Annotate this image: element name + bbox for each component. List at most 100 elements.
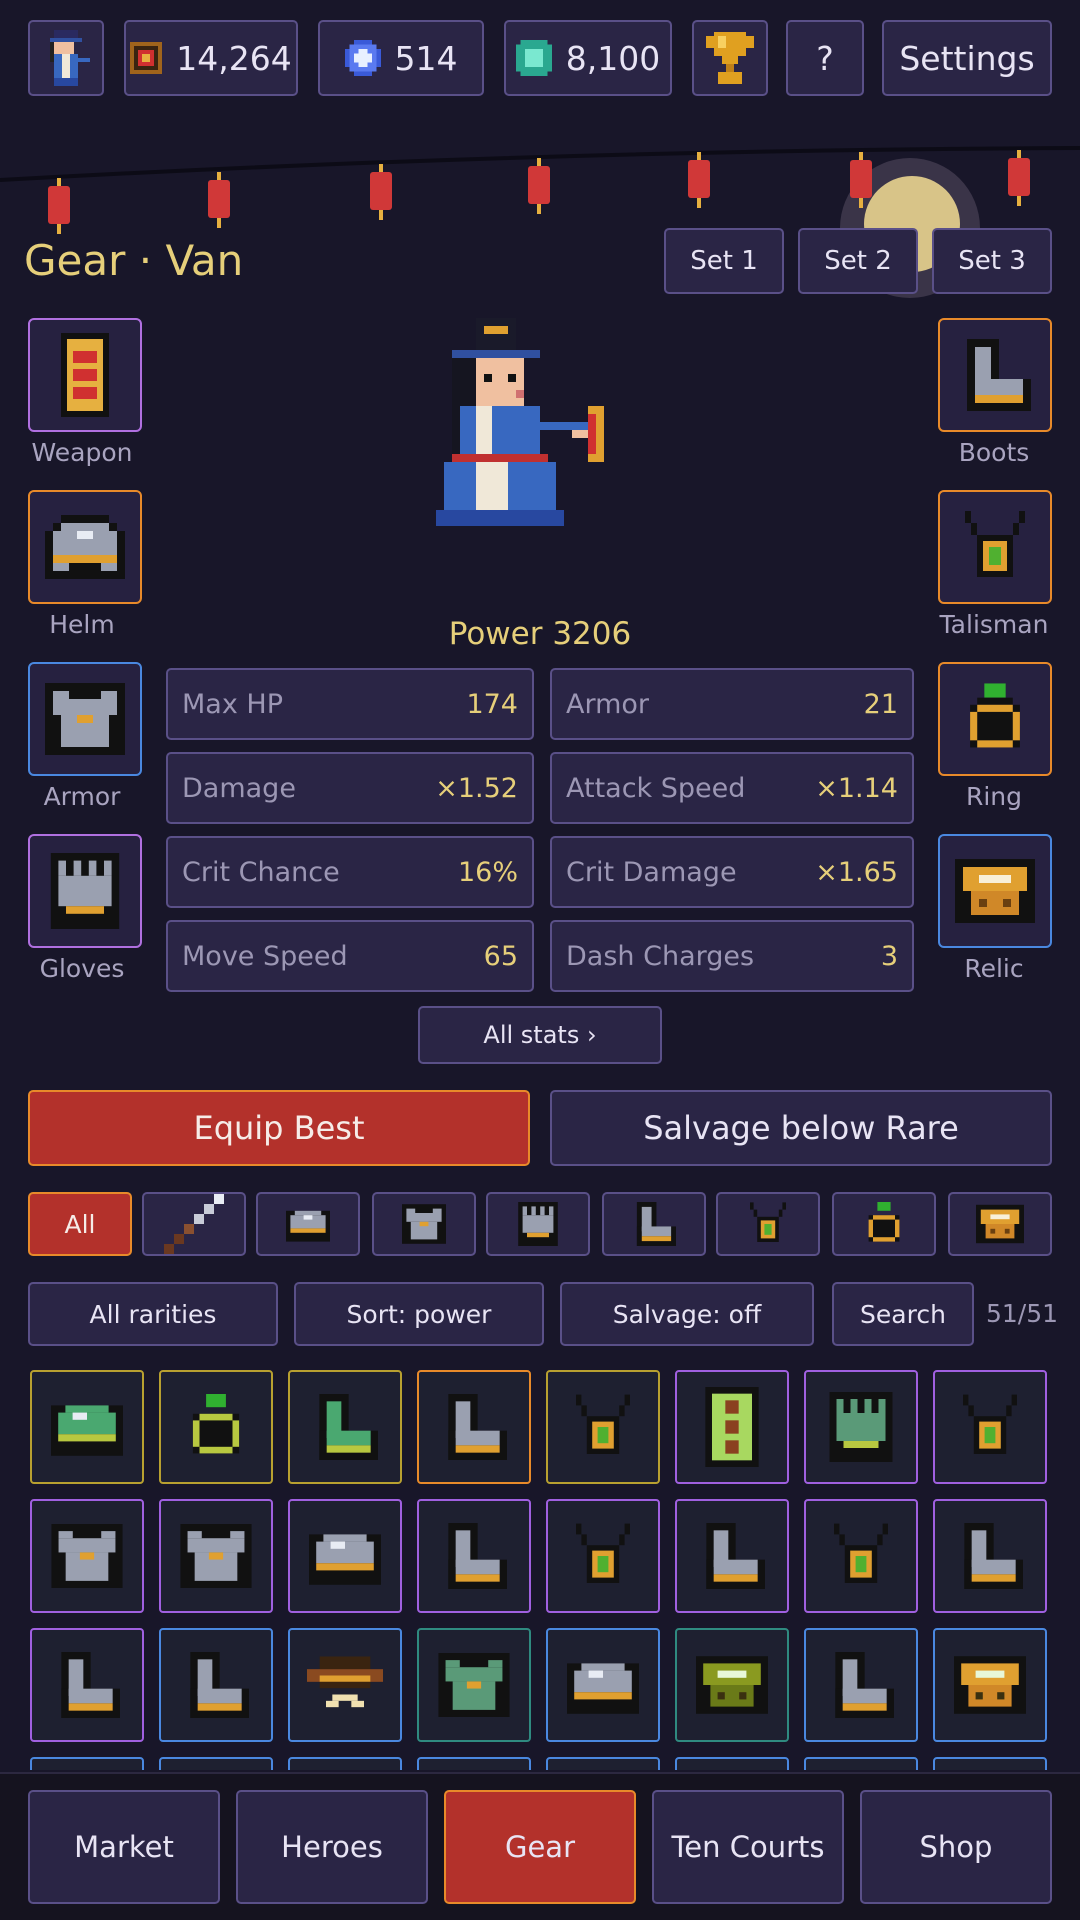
achievements-button[interactable]	[692, 20, 768, 96]
ring-slot[interactable]	[938, 662, 1052, 776]
inventory-count: 51/51	[986, 1299, 1059, 1328]
stat-move-speed: Move Speed 65	[166, 920, 534, 992]
boots-icon	[636, 1202, 676, 1246]
hero-sprite	[436, 318, 604, 526]
relic-slot[interactable]	[938, 834, 1052, 948]
filter-all-button[interactable]: All	[28, 1192, 132, 1256]
inventory-item[interactable]	[288, 1757, 402, 1770]
nav-gear[interactable]: Gear	[444, 1790, 636, 1904]
set-2-button[interactable]: Set 2	[798, 228, 918, 294]
set-3-label: Set 3	[958, 246, 1026, 276]
inventory-item[interactable]	[30, 1370, 144, 1484]
gloves-icon	[518, 1202, 558, 1246]
armor-slot[interactable]	[28, 662, 142, 776]
sort-button[interactable]: Sort: power	[294, 1282, 544, 1346]
all-stats-button[interactable]: All stats ›	[418, 1006, 662, 1064]
filter-relic-button[interactable]	[948, 1192, 1052, 1256]
stat-value: 16%	[457, 856, 518, 888]
stat-value: ×1.52	[435, 772, 518, 804]
relic-icon	[954, 1656, 1026, 1714]
inventory-item[interactable]	[30, 1628, 144, 1742]
inventory-item[interactable]	[417, 1628, 531, 1742]
inventory-item[interactable]	[933, 1499, 1047, 1613]
boots-slot[interactable]	[938, 318, 1052, 432]
inventory-item[interactable]	[675, 1499, 789, 1613]
inventory-item[interactable]	[417, 1370, 531, 1484]
nav-gear-label: Gear	[504, 1830, 575, 1864]
gloves-slot[interactable]	[28, 834, 142, 948]
nav-shop[interactable]: Shop	[860, 1790, 1052, 1904]
inventory-item[interactable]	[159, 1628, 273, 1742]
inventory-item[interactable]	[804, 1370, 918, 1484]
set-3-button[interactable]: Set 3	[932, 228, 1052, 294]
talisman-slot[interactable]	[938, 490, 1052, 604]
stat-value: 174	[466, 688, 518, 720]
filter-armor-button[interactable]	[372, 1192, 476, 1256]
hero-portrait-button[interactable]	[28, 20, 104, 96]
inventory-item[interactable]	[546, 1757, 660, 1770]
inventory-item[interactable]	[30, 1499, 144, 1613]
equip-best-button[interactable]: Equip Best	[28, 1090, 530, 1166]
inventory-item[interactable]	[417, 1499, 531, 1613]
talisman-icon	[965, 511, 1025, 577]
inventory-item[interactable]	[546, 1370, 660, 1484]
rarity-filter-button[interactable]: All rarities	[28, 1282, 278, 1346]
inventory-item[interactable]	[675, 1628, 789, 1742]
inventory-item[interactable]	[417, 1757, 531, 1770]
weapon-slot-label: Weapon	[31, 438, 133, 467]
boots-icon	[312, 1394, 378, 1460]
salvage-below-rare-button[interactable]: Salvage below Rare	[550, 1090, 1052, 1166]
inventory-item[interactable]	[804, 1499, 918, 1613]
stat-value: ×1.65	[815, 856, 898, 888]
scroll-icon	[61, 333, 109, 417]
filter-gloves-button[interactable]	[486, 1192, 590, 1256]
inventory-item[interactable]	[288, 1370, 402, 1484]
ring-slot-label: Ring	[965, 782, 1023, 811]
inventory-item[interactable]	[933, 1370, 1047, 1484]
inventory-item[interactable]	[804, 1628, 918, 1742]
inventory-item[interactable]	[159, 1370, 273, 1484]
search-button[interactable]: Search	[832, 1282, 974, 1346]
ring-icon	[970, 683, 1020, 748]
filter-ring-button[interactable]	[832, 1192, 936, 1256]
auto-salvage-toggle[interactable]: Salvage: off	[560, 1282, 814, 1346]
inventory-item[interactable]	[288, 1499, 402, 1613]
nav-market-label: Market	[74, 1830, 174, 1864]
nav-shop-label: Shop	[919, 1830, 993, 1864]
inventory-item[interactable]	[288, 1628, 402, 1742]
helm-slot[interactable]	[28, 490, 142, 604]
inventory-item[interactable]	[30, 1757, 144, 1770]
boots-slot-label: Boots	[958, 438, 1030, 467]
inventory-item[interactable]	[675, 1370, 789, 1484]
gloves-icon	[829, 1392, 893, 1462]
stat-name: Max HP	[182, 688, 283, 720]
filter-boots-button[interactable]	[602, 1192, 706, 1256]
nav-ten-courts[interactable]: Ten Courts	[652, 1790, 844, 1904]
stat-crit-damage: Crit Damage ×1.65	[550, 836, 914, 908]
inventory-item[interactable]	[159, 1757, 273, 1770]
inventory-item[interactable]	[933, 1757, 1047, 1770]
inventory-item[interactable]	[546, 1499, 660, 1613]
settings-button[interactable]: Settings	[882, 20, 1052, 96]
stat-max-hp: Max HP 174	[166, 668, 534, 740]
filter-helm-button[interactable]	[256, 1192, 360, 1256]
set-1-button[interactable]: Set 1	[664, 228, 784, 294]
filter-all-label: All	[64, 1209, 96, 1239]
weapon-slot[interactable]	[28, 318, 142, 432]
inventory-item[interactable]	[933, 1628, 1047, 1742]
stat-value: ×1.14	[815, 772, 898, 804]
gold-amount: 14,264	[176, 38, 292, 78]
help-button[interactable]: ?	[786, 20, 864, 96]
lantern	[1008, 150, 1030, 206]
filter-talisman-button[interactable]	[716, 1192, 820, 1256]
armor-icon	[51, 1524, 123, 1588]
nav-market[interactable]: Market	[28, 1790, 220, 1904]
filter-weapon-button[interactable]	[142, 1192, 246, 1256]
boots-icon	[54, 1652, 120, 1718]
talisman-icon	[576, 1394, 630, 1460]
inventory-item[interactable]	[159, 1499, 273, 1613]
nav-heroes[interactable]: Heroes	[236, 1790, 428, 1904]
inventory-item[interactable]	[675, 1757, 789, 1770]
inventory-item[interactable]	[546, 1628, 660, 1742]
inventory-item[interactable]	[804, 1757, 918, 1770]
